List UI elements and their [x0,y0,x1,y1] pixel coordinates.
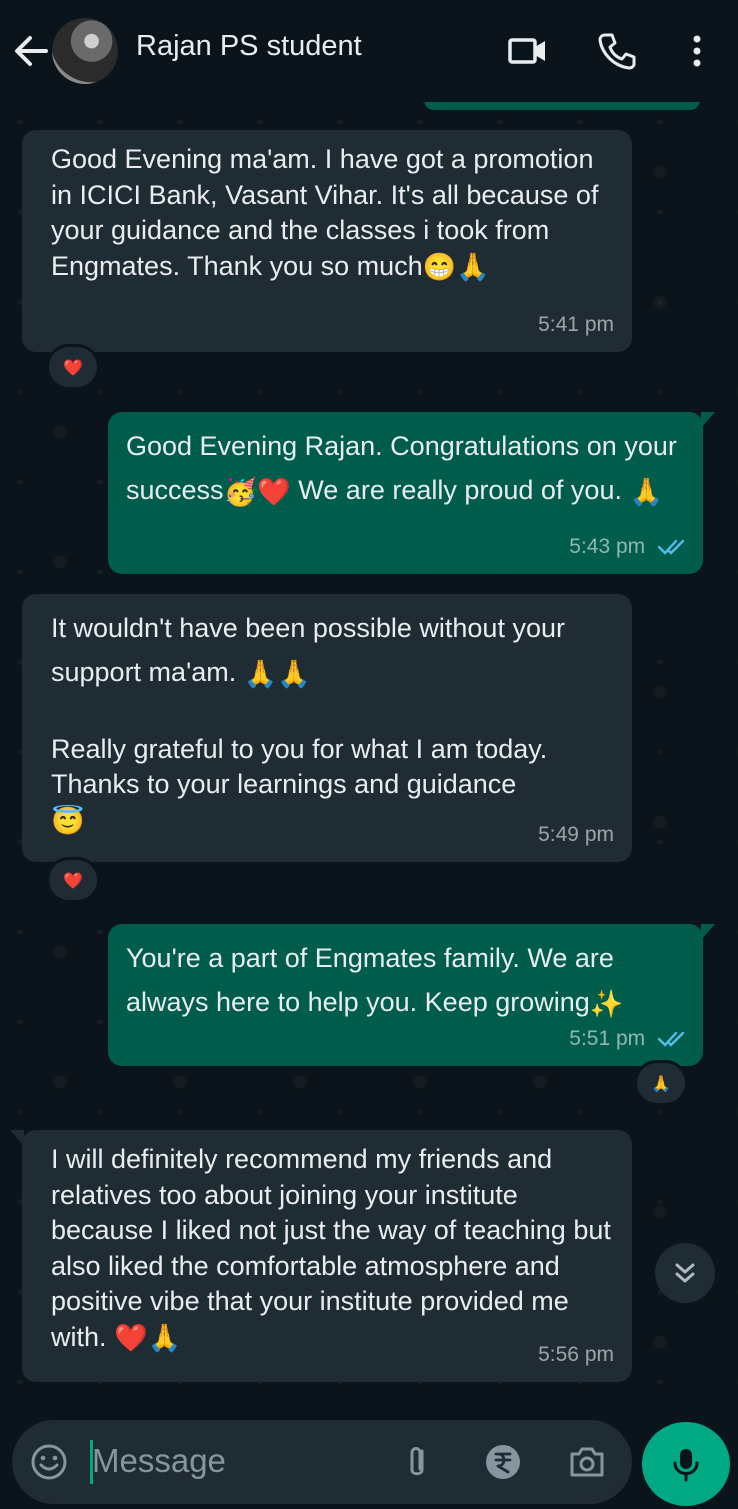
incoming-message[interactable]: I will definitely recommend my friends a… [10,1130,632,1382]
message-text: Good Evening ma'am. I have got a promoti… [51,142,612,285]
contact-name[interactable]: Rajan PS student [136,30,362,63]
incoming-message[interactable]: Good Evening ma'am. I have got a promoti… [22,130,632,352]
emoji-sparkles: ✨ [589,988,624,1019]
message-text: I will definitely recommend my friends a… [51,1142,612,1356]
message-text: You're a part of Engmates family. We are… [126,936,683,1026]
read-ticks-icon [657,1031,685,1047]
video-call-icon[interactable] [506,30,548,72]
message-time: 5:51 pm [569,1021,687,1057]
message-text: It wouldn't have been possible without y… [51,606,612,840]
chat-area[interactable]: Good Evening ma'am. I have got a promoti… [0,102,738,1414]
scroll-to-bottom-button[interactable] [655,1243,715,1303]
emoji-grin-pray: 😁🙏 [422,251,490,282]
bubble-tail [701,412,715,428]
rupee-payment-icon[interactable] [482,1441,524,1483]
message-time: 5:56 pm [538,1342,614,1366]
heart-reaction-icon[interactable]: ❤️ [46,344,100,390]
emoji-icon[interactable] [28,1441,70,1483]
mic-icon [673,1449,699,1482]
emoji-pray-pray: 🙏🙏 [243,658,311,689]
read-ticks-icon [657,539,685,555]
message-input[interactable]: Message [92,1442,226,1480]
message-text: Good Evening Rajan. Congratulations on y… [126,424,683,514]
previous-outgoing-bubble [424,102,700,110]
incoming-message[interactable]: It wouldn't have been possible without y… [22,594,632,862]
chat-header: Rajan PS student [0,0,738,102]
message-time: 5:41 pm [538,312,614,336]
back-arrow-icon[interactable] [12,33,50,69]
emoji-innocent: 😇 [51,806,85,836]
contact-avatar[interactable] [52,18,118,84]
attach-icon[interactable] [396,1441,438,1483]
camera-icon[interactable] [566,1441,608,1483]
outgoing-message[interactable]: Good Evening Rajan. Congratulations on y… [108,412,715,574]
reaction-emoji: ❤️ [63,870,83,890]
reaction-emoji: ❤️ [63,357,83,377]
bubble-tail [10,1130,24,1146]
voice-call-icon[interactable] [596,30,638,72]
bubble-tail [701,924,715,940]
composer-area: Message [0,1414,738,1509]
emoji-heart-pray: ❤️🙏 [114,1322,182,1353]
voice-message-button[interactable] [642,1422,730,1506]
double-chevron-down-icon [675,1263,695,1283]
emoji-party-heart: 🥳❤️ [223,476,291,507]
outgoing-message[interactable]: You're a part of Engmates family. We are… [108,924,715,1066]
emoji-pray: 🙏 [629,476,664,507]
message-input-bar[interactable]: Message [12,1420,632,1504]
reaction-emoji: 🙏 [651,1073,671,1093]
more-options-icon[interactable] [676,30,718,72]
message-time: 5:43 pm [569,529,687,565]
heart-reaction-icon[interactable]: ❤️ [46,857,100,903]
pray-reaction-icon[interactable]: 🙏 [634,1060,688,1106]
message-time: 5:49 pm [538,822,614,846]
